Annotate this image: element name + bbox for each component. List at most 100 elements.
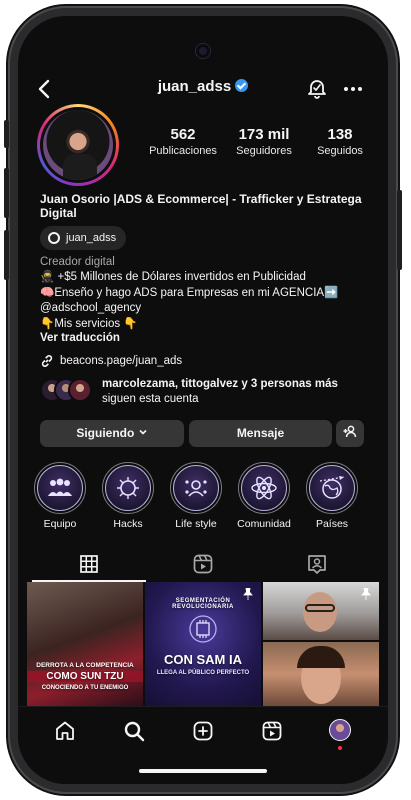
verified-badge-icon <box>235 79 249 92</box>
following-button[interactable]: Siguiendo <box>40 420 184 447</box>
suggest-people-button[interactable] <box>336 420 364 447</box>
followed-by-rest: y 3 personas más <box>238 378 338 390</box>
person-network-icon <box>173 465 219 511</box>
post-caption-sub: CONOCIENDO A TU ENEMIGO <box>41 685 129 691</box>
posts-grid: DERROTA A LA COMPETENCIA COMO SUN TZU CO… <box>27 582 379 706</box>
bio-line: 🧠Enseño y hago ADS para Empresas en mi A… <box>40 286 339 299</box>
pin-icon <box>361 588 371 600</box>
post-caption-top: SEGMENTACIÓN REVOLUCIONARIA <box>172 598 234 610</box>
tab-tagged[interactable] <box>305 552 329 576</box>
nav-create[interactable] <box>191 719 215 743</box>
threads-handle: juan_adss <box>66 232 117 244</box>
highlight-label: Hacks <box>113 518 143 530</box>
chevron-down-icon <box>139 429 147 435</box>
profile-header: juan_adss <box>18 74 388 104</box>
grid-icon <box>80 555 98 573</box>
message-button[interactable]: Mensaje <box>189 420 332 447</box>
side-button-mute <box>4 120 9 148</box>
followed-by-names: marcolezama, tittogalvez <box>102 378 239 390</box>
side-button-volume-down <box>4 230 9 280</box>
highlight-ring <box>170 462 222 514</box>
highlight-ring <box>306 462 358 514</box>
highlight-paises[interactable]: Países <box>304 462 360 530</box>
post-face <box>303 592 337 632</box>
follower-avatar <box>68 378 92 402</box>
threads-badge[interactable]: juan_adss <box>40 226 127 250</box>
profile-link-text: beacons.page/juan_ads <box>60 355 183 367</box>
post-caption-sub: LLEGA AL PÚBLICO PERFECTO <box>156 670 250 676</box>
globe-plane-icon <box>309 465 355 511</box>
highlight-ring <box>238 462 290 514</box>
post-glasses <box>305 604 335 612</box>
tab-reels[interactable] <box>191 552 215 576</box>
stat-posts-label: Publicaciones <box>149 145 217 157</box>
username-title: juan_adss <box>18 78 388 95</box>
create-icon <box>193 721 213 741</box>
followed-by-row[interactable]: marcolezama, tittogalvez y 3 personas má… <box>40 376 380 408</box>
reels-icon <box>262 721 282 741</box>
side-button-volume-up <box>4 168 9 218</box>
bio-line: 🥷 +$5 Millones de Dólares invertidos en … <box>40 271 306 283</box>
home-icon <box>56 721 74 740</box>
stat-followers-value: 173 mil <box>238 126 290 143</box>
stat-following[interactable]: 138 Seguidos <box>308 126 372 157</box>
followed-by-suffix: siguen esta cuenta <box>102 393 199 405</box>
highlight-ring <box>102 462 154 514</box>
profile-link[interactable]: beacons.page/juan_ads <box>40 354 182 368</box>
notifications-button[interactable] <box>306 77 328 99</box>
bio-line: 👇Mis servicios 👇 <box>40 317 138 330</box>
stat-posts-value: 562 <box>170 126 196 143</box>
highlight-label: Equipo <box>43 518 77 530</box>
threads-icon <box>48 232 60 244</box>
stat-followers-label: Seguidores <box>236 145 292 157</box>
tab-posts[interactable] <box>77 552 101 576</box>
post-thumbnail[interactable]: SEGMENTACIÓN REVOLUCIONARIA CON SAM IA L… <box>145 582 261 706</box>
brain-circuit-icon <box>105 465 151 511</box>
profile-avatar[interactable] <box>37 104 119 186</box>
more-horizontal-icon <box>344 87 362 91</box>
post-hair <box>297 646 345 668</box>
profile-full-name: Juan Osorio |ADS & Ecommerce| - Traffick… <box>40 192 362 220</box>
post-caption-main: COMO SUN TZU <box>27 671 143 682</box>
highlight-life-style[interactable]: Life style <box>168 462 224 530</box>
highlight-comunidad[interactable]: Comunidad <box>236 462 292 530</box>
highlight-hacks[interactable]: Hacks <box>100 462 156 530</box>
post-thumbnail[interactable] <box>263 582 379 640</box>
home-indicator <box>139 769 267 773</box>
add-person-icon <box>343 425 357 438</box>
nav-reels[interactable] <box>260 719 284 743</box>
profile-avatar-icon <box>329 719 351 741</box>
nav-home[interactable] <box>53 719 77 743</box>
see-translation-link[interactable]: Ver traducción <box>40 332 120 344</box>
highlight-label: Life style <box>175 518 217 530</box>
atom-icon <box>241 465 287 511</box>
avatar-photo <box>43 110 113 180</box>
highlight-equipo[interactable]: Equipo <box>32 462 88 530</box>
nav-search[interactable] <box>122 719 146 743</box>
following-label: Siguiendo <box>76 426 135 440</box>
more-options-button[interactable] <box>340 76 366 102</box>
profile-tabs <box>18 548 388 582</box>
profile-category: Creador digital <box>40 256 115 268</box>
avatar-inner <box>40 107 116 183</box>
tagged-icon <box>308 555 326 574</box>
stat-followers[interactable]: 173 mil Seguidores <box>224 126 304 157</box>
app-screen: juan_adss 562 Publicaciones 173 mil Segu… <box>18 16 388 784</box>
post-caption-main: CON SAM IA <box>164 652 242 667</box>
stat-posts[interactable]: 562 Publicaciones <box>148 126 218 157</box>
username: juan_adss <box>157 78 232 95</box>
post-thumbnail[interactable] <box>263 642 379 706</box>
post-thumbnail[interactable]: DERROTA A LA COMPETENCIA COMO SUN TZU CO… <box>27 582 143 706</box>
stat-following-value: 138 <box>327 126 353 143</box>
bell-icon <box>308 80 326 99</box>
nav-profile[interactable] <box>329 719 353 750</box>
link-icon <box>41 355 53 367</box>
story-highlights: Equipo Hacks Life style Comunidad Países <box>32 462 388 536</box>
team-icon <box>37 465 83 511</box>
stat-following-label: Seguidos <box>317 145 363 157</box>
bio-mention-link[interactable]: @adschool_agency <box>40 301 380 317</box>
side-button-power <box>397 190 402 270</box>
search-icon <box>124 721 145 742</box>
post-caption-top: DERROTA A LA COMPETENCIA <box>36 662 134 669</box>
ai-chip-icon <box>189 615 217 643</box>
